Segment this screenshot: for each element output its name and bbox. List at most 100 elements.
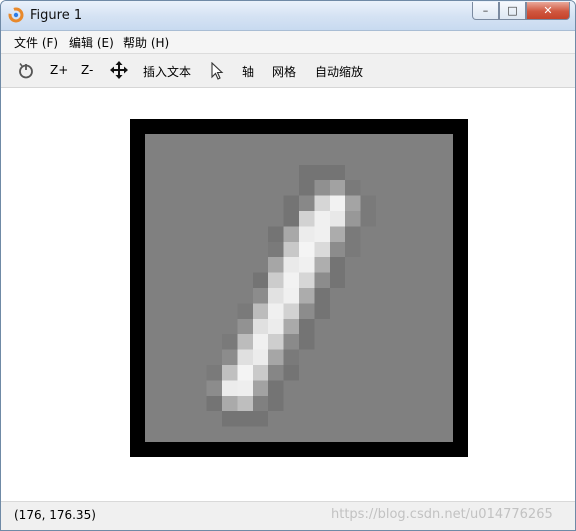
pixel-cell — [299, 241, 315, 258]
pixel-cell — [145, 411, 161, 427]
pixel-cell — [406, 211, 423, 227]
pixel-cell — [252, 411, 269, 427]
title-bar[interactable]: Figure 1 – □ ✕ — [1, 1, 575, 31]
close-button[interactable]: ✕ — [526, 2, 570, 20]
pixel-cell — [145, 149, 161, 166]
pixel-cell — [329, 180, 346, 196]
pixel-cell — [237, 288, 254, 304]
pixel-cell — [329, 272, 346, 289]
pixel-cell — [360, 180, 377, 196]
minimize-icon: – — [482, 4, 489, 17]
pixel-cell — [268, 426, 284, 442]
pixel-cell — [299, 195, 315, 212]
move-arrows-icon[interactable] — [110, 61, 128, 79]
zoom-out-button[interactable]: Z- — [81, 63, 93, 77]
minimize-button[interactable]: – — [472, 2, 499, 20]
pixel-cell — [437, 195, 453, 212]
pixel-cell — [376, 195, 392, 212]
maximize-button[interactable]: □ — [499, 2, 526, 20]
pixel-cell — [437, 411, 453, 427]
pixel-cell — [329, 411, 346, 427]
pixel-cell — [206, 411, 223, 427]
menu-help[interactable]: 帮助 (H) — [123, 34, 169, 51]
pixel-cell — [268, 257, 284, 273]
pixel-cell — [222, 149, 238, 166]
pixel-cell — [206, 318, 223, 335]
pixel-cell — [437, 303, 453, 320]
pixel-cell — [145, 134, 161, 150]
plot-canvas[interactable] — [1, 88, 575, 501]
pixel-cell — [376, 380, 392, 397]
pixel-cell — [422, 411, 438, 427]
menu-file[interactable]: 文件 (F) — [14, 34, 58, 51]
pixel-cell — [299, 380, 315, 397]
autoscale-button[interactable]: 自动缩放 — [315, 63, 363, 80]
pixel-cell — [160, 334, 177, 350]
pixel-cell — [391, 426, 408, 442]
pixel-cell — [422, 349, 438, 366]
pixel-cell — [391, 288, 408, 304]
grid-button[interactable]: 网格 — [272, 63, 296, 80]
pixel-cell — [206, 134, 223, 150]
pixel-cell — [160, 180, 177, 196]
pixel-cell — [437, 318, 453, 335]
pixel-cell — [345, 241, 361, 258]
pixel-cell — [376, 134, 392, 150]
pixel-cell — [314, 288, 331, 304]
axes-button[interactable]: 轴 — [242, 63, 254, 80]
pixel-cell — [283, 380, 300, 397]
pixel-cell — [252, 180, 269, 196]
pixel-cell — [206, 195, 223, 212]
pixel-cell — [391, 226, 408, 243]
pixel-cell — [222, 349, 238, 366]
pixel-cell — [175, 241, 192, 258]
pixel-cell — [376, 211, 392, 227]
pixel-cell — [237, 365, 254, 381]
pixel-cell — [314, 211, 331, 227]
pixel-cell — [437, 334, 453, 350]
pixel-cell — [283, 226, 300, 243]
pixel-cell — [437, 134, 453, 150]
pixel-cell — [283, 288, 300, 304]
reset-view-icon[interactable] — [17, 62, 35, 80]
pixel-cell — [376, 395, 392, 412]
pixel-cell — [329, 380, 346, 397]
pixel-cell — [422, 303, 438, 320]
pixel-cell — [345, 411, 361, 427]
insert-text-button[interactable]: 插入文本 — [143, 63, 191, 80]
pixel-cell — [314, 272, 331, 289]
pixel-cell — [175, 288, 192, 304]
pixel-cell — [191, 195, 207, 212]
watermark: https://blog.csdn.net/u014776265 — [331, 507, 553, 522]
pixel-cell — [237, 334, 254, 350]
pixel-cell — [175, 318, 192, 335]
pixel-cell — [360, 365, 377, 381]
pixel-cell — [175, 411, 192, 427]
pixel-cell — [437, 241, 453, 258]
pixel-cell — [437, 395, 453, 412]
pixel-cell — [345, 164, 361, 181]
pixel-cell — [283, 134, 300, 150]
pixel-cell — [422, 149, 438, 166]
pointer-icon[interactable] — [210, 62, 224, 80]
pixel-cell — [314, 241, 331, 258]
pixel-cell — [160, 411, 177, 427]
pixel-cell — [222, 226, 238, 243]
menu-edit[interactable]: 编辑 (E) — [69, 34, 114, 51]
pixel-cell — [345, 395, 361, 412]
pixel-cell — [391, 149, 408, 166]
zoom-in-button[interactable]: Z+ — [50, 63, 68, 77]
pixel-cell — [314, 334, 331, 350]
pixel-cell — [360, 226, 377, 243]
pixel-cell — [145, 349, 161, 366]
pixel-cell — [406, 180, 423, 196]
pixel-cell — [252, 365, 269, 381]
pixel-cell — [268, 318, 284, 335]
pixel-cell — [160, 380, 177, 397]
pixel-cell — [314, 164, 331, 181]
pixel-cell — [314, 303, 331, 320]
pixel-cell — [329, 257, 346, 273]
pixel-cell — [283, 365, 300, 381]
pixel-cell — [206, 426, 223, 442]
pixel-cell — [283, 241, 300, 258]
